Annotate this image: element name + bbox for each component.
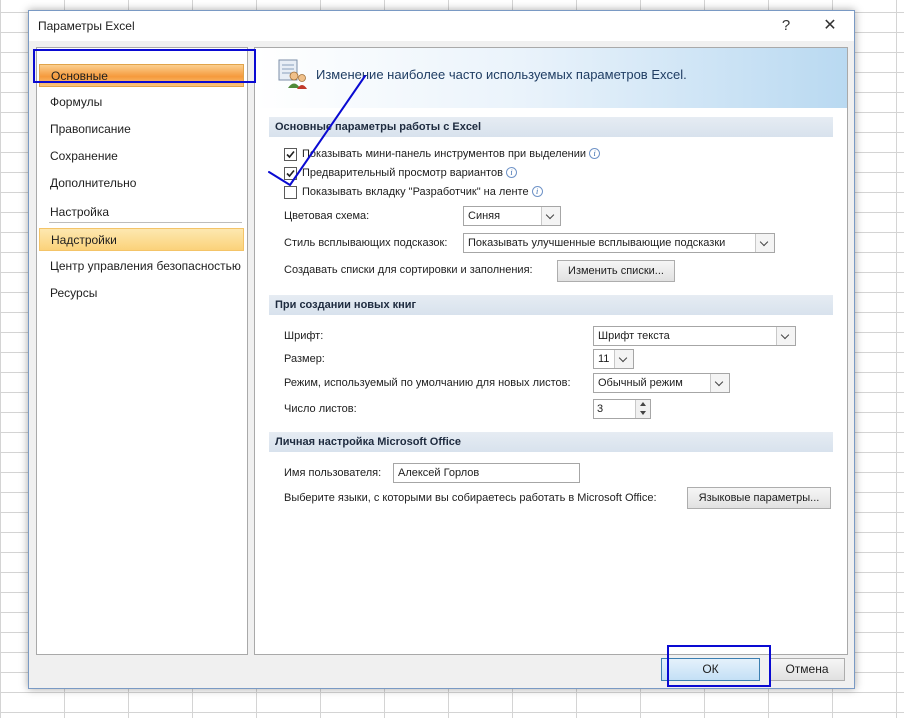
close-button[interactable]: ✕ [819, 15, 841, 37]
username-field[interactable]: Алексей Горлов [393, 463, 580, 483]
dialog-title: Параметры Excel [38, 19, 135, 33]
spin-down-icon[interactable] [636, 409, 650, 418]
spinner-buttons [635, 400, 650, 418]
banner-text: Изменение наиболее часто используемых па… [316, 67, 687, 82]
check-mark-icon [286, 169, 295, 178]
font-value: Шрифт текста [598, 330, 670, 342]
color-scheme-value: Синяя [468, 210, 501, 222]
chevron-down-icon [541, 207, 560, 225]
chevron-down-icon [755, 234, 774, 252]
size-select[interactable]: 11 [593, 349, 634, 369]
options-people-icon [278, 59, 307, 89]
ok-button[interactable]: ОК [661, 658, 760, 681]
category-nav: Основные Формулы Правописание Сохранение… [36, 47, 248, 655]
title-bar: Параметры Excel ? ✕ [29, 11, 854, 41]
info-icon: i [505, 167, 517, 178]
banner: Изменение наиболее часто используемых па… [255, 48, 847, 108]
username-label: Имя пользователя: [284, 467, 382, 479]
tooltip-style-value: Показывать улучшенные всплывающие подска… [468, 237, 726, 249]
tooltip-style-label: Стиль всплывающих подсказок: [284, 237, 448, 249]
nav-item-resources[interactable]: Ресурсы [39, 282, 244, 305]
cancel-button[interactable]: Отмена [769, 658, 845, 681]
color-scheme-select[interactable]: Синяя [463, 206, 561, 226]
section-header-personalize: Личная настройка Microsoft Office [269, 432, 833, 452]
developer-tab-checkbox[interactable] [284, 186, 297, 199]
nav-item-trust-center[interactable]: Центр управления безопасностью [39, 255, 244, 278]
nav-item-basic[interactable]: Основные [39, 64, 244, 87]
default-view-value: Обычный режим [598, 377, 683, 389]
font-label: Шрифт: [284, 330, 324, 342]
mini-toolbar-row: Показывать мини-панель инструментов при … [302, 148, 601, 160]
sheet-count-label: Число листов: [284, 403, 357, 415]
mini-toolbar-label: Показывать мини-панель инструментов при … [302, 148, 587, 160]
custom-lists-label: Создавать списки для сортировки и заполн… [284, 264, 533, 276]
options-content-panel: Изменение наиболее часто используемых па… [254, 47, 848, 655]
live-preview-label: Предварительный просмотр вариантов [302, 167, 503, 179]
mini-toolbar-checkbox[interactable] [284, 148, 297, 161]
languages-label: Выберите языки, с которыми вы собираетес… [284, 492, 657, 504]
nav-item-advanced[interactable]: Дополнительно [39, 172, 244, 195]
chevron-down-icon [614, 350, 633, 368]
info-icon: i [531, 186, 543, 197]
chevron-down-icon [710, 374, 729, 392]
nav-item-formulas[interactable]: Формулы [39, 91, 244, 114]
check-mark-icon [286, 150, 295, 159]
default-view-label: Режим, используемый по умолчанию для нов… [284, 377, 571, 389]
edit-lists-button[interactable]: Изменить списки... [557, 260, 675, 282]
nav-item-addins[interactable]: Надстройки [39, 228, 244, 251]
chevron-down-icon [776, 327, 795, 345]
help-button[interactable]: ? [775, 15, 797, 37]
info-icon: i [589, 148, 601, 159]
nav-item-customize[interactable]: Настройка [39, 201, 244, 224]
developer-tab-row: Показывать вкладку "Разработчик" на лент… [302, 186, 543, 198]
tooltip-style-select[interactable]: Показывать улучшенные всплывающие подска… [463, 233, 775, 253]
nav-item-proofing[interactable]: Правописание [39, 118, 244, 141]
developer-tab-label: Показывать вкладку "Разработчик" на лент… [302, 186, 529, 198]
excel-options-dialog: Параметры Excel ? ✕ Основные Формулы Пра… [28, 10, 855, 689]
size-label: Размер: [284, 353, 325, 365]
sheet-count-spinner[interactable]: 3 [593, 399, 651, 419]
language-settings-button[interactable]: Языковые параметры... [687, 487, 831, 509]
font-select[interactable]: Шрифт текста [593, 326, 796, 346]
section-header-new-workbooks: При создании новых книг [269, 295, 833, 315]
section-header-main: Основные параметры работы с Excel [269, 117, 833, 137]
live-preview-row: Предварительный просмотр вариантов i [302, 167, 517, 179]
default-view-select[interactable]: Обычный режим [593, 373, 730, 393]
size-value: 11 [598, 353, 610, 365]
sheet-count-value: 3 [597, 403, 604, 415]
nav-item-save[interactable]: Сохранение [39, 145, 244, 168]
color-scheme-label: Цветовая схема: [284, 210, 370, 222]
live-preview-checkbox[interactable] [284, 167, 297, 180]
